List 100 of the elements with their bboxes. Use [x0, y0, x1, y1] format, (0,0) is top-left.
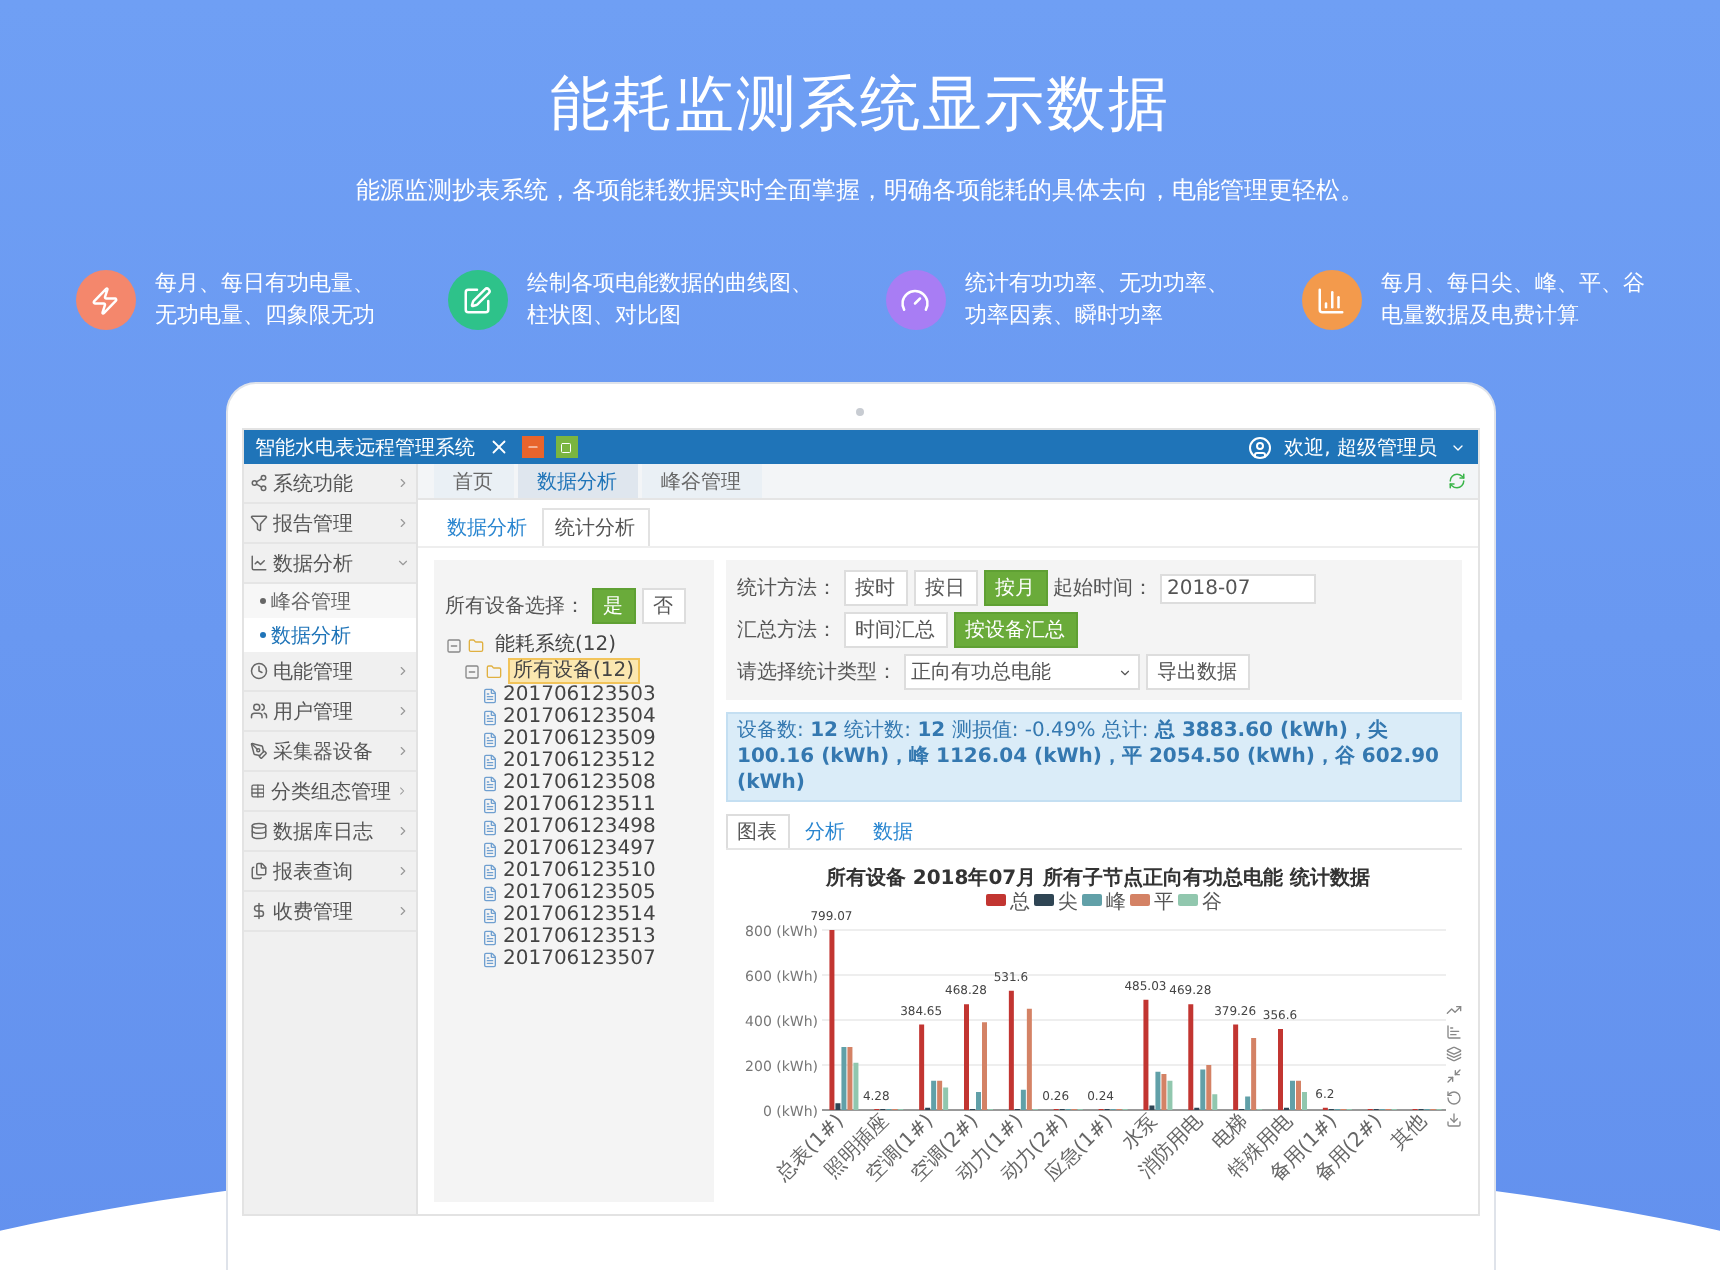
- page-title: 能耗监测系统显示数据: [550, 68, 1170, 144]
- table-icon: [249, 782, 265, 800]
- tree-item[interactable]: 201706123513: [503, 926, 656, 948]
- minus-icon: [525, 440, 539, 454]
- tab[interactable]: 数据分析: [517, 464, 637, 498]
- page-subtitle: 能源监测抄表系统，各项能耗数据实时全面掌握，明确各项能耗的具体去向，电能管理更轻松。: [356, 174, 1364, 208]
- feature-text: 每月、每日有功电量、 无功电量、四象限无功: [155, 268, 375, 332]
- legend-label: 平: [1153, 892, 1173, 914]
- camera-icon: [856, 408, 864, 416]
- minimize-icon[interactable]: [1445, 1068, 1461, 1084]
- bar-chart-icon[interactable]: [1445, 1024, 1461, 1040]
- summary-text: 设备数: 12 统计数: 12 测损值: -0.49% 总计: 总 3883.60 (kWh)，尖 100.16 (kWh)，峰 1126.04 (kWh)，平 2054.50 (kWh)，谷 602.90 (kWh): [725, 712, 1461, 802]
- export-button[interactable]: 导出数据: [1145, 654, 1249, 690]
- filter-icon: [249, 514, 267, 532]
- sidebar-item[interactable]: 报表查询: [243, 852, 415, 892]
- type-select[interactable]: 正向有功总电能: [903, 654, 1139, 690]
- legend-label: 谷: [1201, 892, 1221, 914]
- field-label: 统计方法：: [737, 575, 837, 602]
- sidebar-item[interactable]: 分类组态管理: [243, 772, 415, 812]
- tree-item[interactable]: 201706123508: [503, 772, 656, 794]
- tree-item[interactable]: 201706123512: [503, 750, 656, 772]
- tree-item[interactable]: 201706123498: [503, 816, 656, 838]
- legend-label: 尖: [1057, 892, 1077, 914]
- folder-icon: [485, 663, 501, 679]
- share-icon: [249, 474, 267, 492]
- legend-swatch[interactable]: [985, 894, 1005, 906]
- user-menu[interactable]: 欢迎, 超级管理员: [1284, 433, 1437, 461]
- sidebar-item[interactable]: 系统功能: [243, 464, 415, 504]
- tree-item[interactable]: 能耗系统(12): [489, 632, 623, 658]
- file-icon: [481, 951, 497, 967]
- clock-icon: [249, 662, 267, 680]
- legend-label: 总: [1009, 892, 1029, 914]
- x-axis-label: 其他: [1386, 1110, 1431, 1155]
- legend-swatch[interactable]: [1177, 894, 1197, 906]
- field-label: 请选择统计类型：: [737, 659, 897, 686]
- square-icon: [560, 441, 572, 453]
- caret-icon: [1117, 665, 1131, 679]
- tree-item[interactable]: 201706123511: [503, 794, 656, 816]
- sidebar-item[interactable]: 用户管理: [243, 692, 415, 732]
- legend-swatch[interactable]: [1081, 894, 1101, 906]
- tree-item[interactable]: 201706123507: [503, 948, 656, 970]
- window-button[interactable]: [521, 436, 543, 458]
- pen-icon: [249, 742, 267, 760]
- user-icon: [1248, 435, 1273, 459]
- file-icon: [481, 863, 497, 879]
- sidebar-subitem[interactable]: 峰谷管理: [243, 584, 415, 618]
- option-button[interactable]: 按日: [913, 570, 977, 606]
- date-field[interactable]: 2018-07: [1159, 573, 1315, 603]
- tab[interactable]: 首页: [433, 464, 513, 498]
- feature-text: 每月、每日尖、峰、平、谷 电量数据及电费计算: [1381, 268, 1645, 332]
- tree-item[interactable]: 201706123497: [503, 838, 656, 860]
- tree-item[interactable]: 201706123514: [503, 904, 656, 926]
- tab[interactable]: 分析: [793, 814, 857, 848]
- tree-item[interactable]: 201706123505: [503, 882, 656, 904]
- file-icon: [481, 709, 497, 725]
- option-button[interactable]: 按时: [843, 570, 907, 606]
- tree-item[interactable]: 201706123510: [503, 860, 656, 882]
- feature-text: 绘制各项电能数据的曲线图、 柱状图、对比图: [527, 268, 813, 332]
- option-button[interactable]: 时间汇总: [843, 612, 947, 648]
- tab[interactable]: 图表: [725, 814, 789, 848]
- download-icon[interactable]: [1445, 1112, 1461, 1128]
- tab[interactable]: 统计分析: [541, 508, 649, 546]
- sidebar-subitem[interactable]: 数据分析: [243, 618, 415, 652]
- files-icon: [249, 862, 267, 880]
- file-icon: [481, 841, 497, 857]
- field-label: 起始时间：: [1053, 575, 1153, 602]
- line-chart-icon[interactable]: [1445, 1002, 1461, 1018]
- file-icon: [481, 731, 497, 747]
- close-icon[interactable]: [487, 436, 509, 458]
- layers-icon[interactable]: [1445, 1046, 1461, 1062]
- tab[interactable]: 峰谷管理: [641, 464, 761, 498]
- sidebar-item[interactable]: 采集器设备: [243, 732, 415, 772]
- legend-swatch[interactable]: [1033, 894, 1053, 906]
- sidebar-item[interactable]: 数据库日志: [243, 812, 415, 852]
- field-label: 所有设备选择：: [445, 593, 585, 620]
- restore-icon[interactable]: [1445, 1090, 1461, 1106]
- chart-title: 所有设备 2018年07月 所有子节点正向有功总电能 统计数据: [824, 868, 1370, 890]
- tab[interactable]: 数据: [861, 814, 925, 848]
- tree-item[interactable]: 201706123503: [503, 684, 656, 706]
- file-icon: [481, 819, 497, 835]
- folder-icon: [467, 637, 483, 653]
- sidebar-item[interactable]: 报告管理: [243, 504, 415, 544]
- file-icon: [481, 753, 497, 769]
- users-icon: [249, 702, 267, 720]
- tree-item[interactable]: 201706123509: [503, 728, 656, 750]
- window-button[interactable]: [555, 436, 577, 458]
- tree-item[interactable]: 所有设备(12): [507, 658, 641, 684]
- bullet-icon: [259, 598, 265, 604]
- bullet-icon: [259, 632, 265, 638]
- tree-item[interactable]: 201706123504: [503, 706, 656, 728]
- legend-swatch[interactable]: [1129, 894, 1149, 906]
- collapse-icon[interactable]: [445, 637, 461, 653]
- file-icon: [481, 929, 497, 945]
- sidebar-item[interactable]: 收费管理: [243, 892, 415, 932]
- sidebar-item[interactable]: 电能管理: [243, 652, 415, 692]
- feature-text: 统计有功功率、无功功率、 功率因素、瞬时功率: [965, 268, 1229, 332]
- collapse-icon[interactable]: [463, 663, 479, 679]
- refresh-icon[interactable]: [1447, 472, 1465, 490]
- file-icon: [481, 797, 497, 813]
- option-button[interactable]: 否: [641, 588, 685, 624]
